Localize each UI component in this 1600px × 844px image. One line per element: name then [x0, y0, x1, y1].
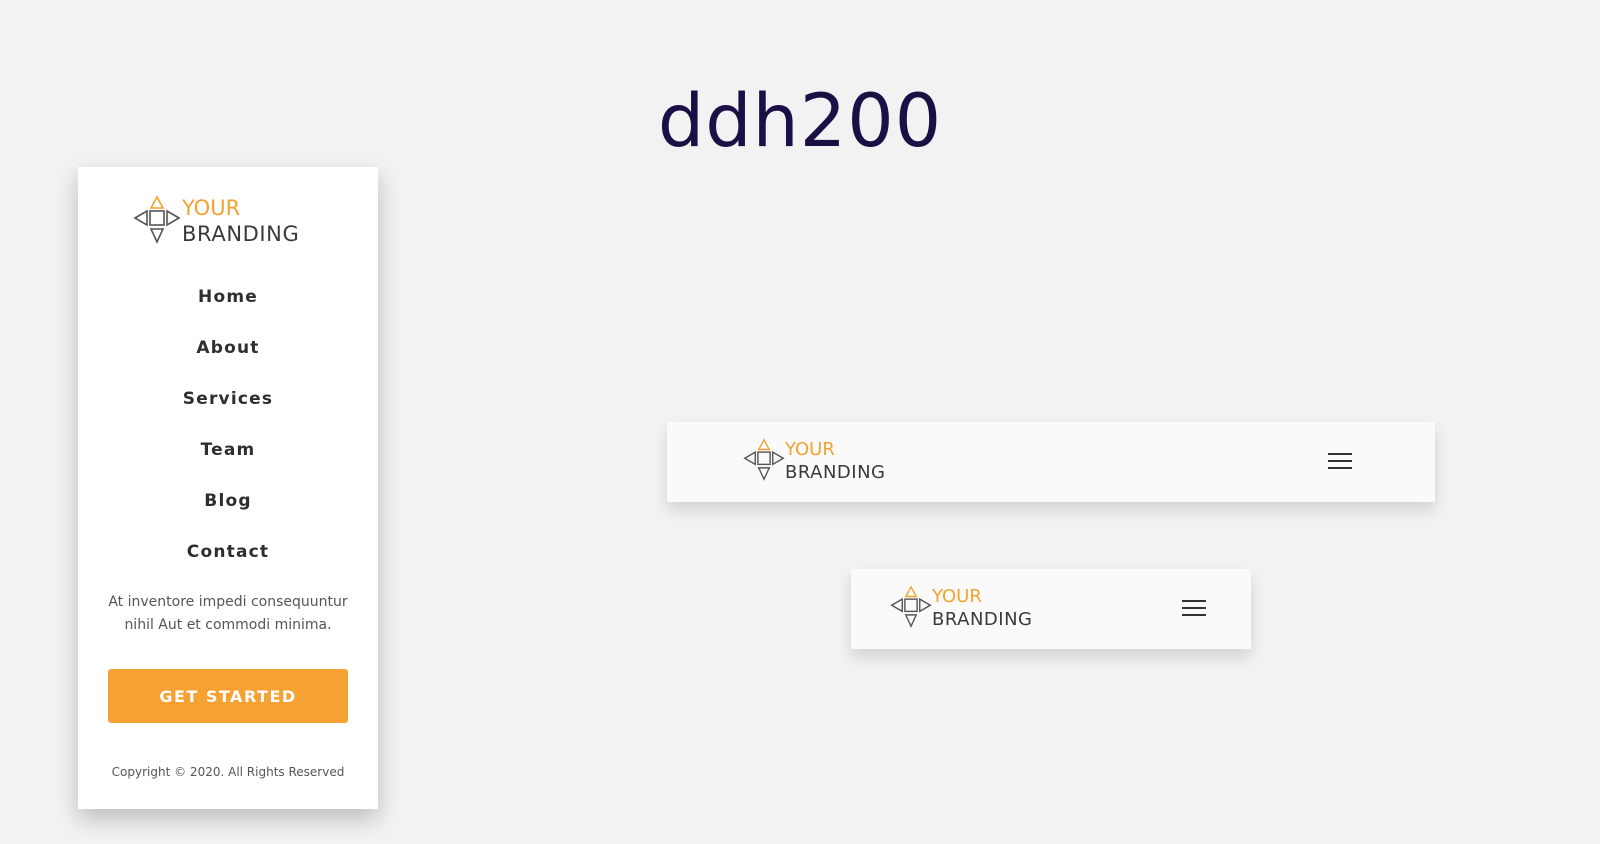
brand-wordmark: YOUR BRANDING — [182, 195, 299, 247]
nav-item-team[interactable]: Team — [78, 440, 378, 491]
hamburger-menu-icon[interactable] — [1328, 452, 1352, 472]
menu-tagline: At inventore impedi consequuntur nihil A… — [108, 594, 348, 633]
brand-line1: YOUR — [182, 196, 241, 220]
get-started-button[interactable]: GET STARTED — [108, 669, 348, 723]
nav-item-about[interactable]: About — [78, 338, 378, 389]
brand-line1: YOUR — [932, 586, 982, 607]
mobile-menu-card: YOUR BRANDING Home About Services Team B… — [78, 167, 378, 809]
brand-logo[interactable]: YOUR BRANDING — [133, 195, 319, 251]
nav-item-services[interactable]: Services — [78, 389, 378, 440]
header-bar-narrow: YOUR BRANDING — [851, 569, 1251, 649]
hamburger-menu-icon[interactable] — [1182, 599, 1206, 619]
nav-item-home[interactable]: Home — [78, 287, 378, 338]
brand-line2: BRANDING — [785, 462, 886, 483]
copyright-text: Copyright © 2020. All Rights Reserved — [111, 765, 345, 779]
mobile-nav: Home About Services Team Blog Contact — [78, 287, 378, 593]
brand-line2: BRANDING — [932, 609, 1033, 630]
diamond-arrows-logo-icon — [743, 438, 785, 481]
brand-wordmark: YOUR BRANDING — [785, 438, 886, 484]
brand-line1: YOUR — [785, 439, 835, 460]
header-bar-wide: YOUR BRANDING — [667, 422, 1435, 502]
nav-item-blog[interactable]: Blog — [78, 491, 378, 542]
page-title: ddh200 — [657, 79, 943, 164]
diamond-arrows-logo-icon — [890, 585, 932, 628]
brand-logo[interactable]: YOUR BRANDING — [890, 585, 1050, 633]
diamond-arrows-logo-icon — [133, 195, 181, 244]
brand-logo[interactable]: YOUR BRANDING — [743, 438, 903, 486]
brand-wordmark: YOUR BRANDING — [932, 585, 1033, 631]
nav-item-contact[interactable]: Contact — [78, 542, 378, 593]
brand-line2: BRANDING — [182, 222, 300, 246]
